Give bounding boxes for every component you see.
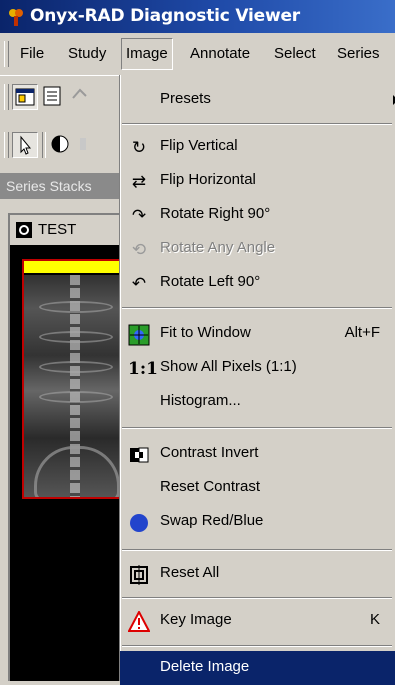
window-title: Onyx-RAD Diagnostic Viewer	[30, 6, 300, 26]
contrast-invert-icon	[130, 447, 149, 463]
menu-item-key-image[interactable]: Key Image K	[120, 604, 395, 638]
toolbar-grip[interactable]	[4, 132, 9, 158]
menu-item-label: Key Image	[160, 611, 232, 628]
menu-item-delete-image[interactable]: Delete Image	[120, 651, 395, 685]
toolbar-grip[interactable]	[4, 84, 9, 110]
menu-item-histogram[interactable]: Histogram...	[120, 385, 395, 419]
toolbar-tools	[0, 126, 120, 164]
menu-item-contrast-invert[interactable]: Contrast Invert	[120, 437, 395, 471]
menu-item-label: Rotate Any Angle	[160, 239, 276, 256]
menubar-grip[interactable]	[4, 41, 9, 67]
layout-button[interactable]	[12, 84, 38, 110]
menu-item-shortcut: K	[369, 611, 380, 628]
menu-item-rotate-left[interactable]: ↶ Rotate Left 90°	[120, 266, 395, 300]
menu-separator	[122, 307, 392, 309]
xray-rib	[39, 331, 113, 343]
menu-annotate[interactable]: Annotate	[190, 45, 250, 62]
menu-item-reset-all[interactable]: Reset All	[120, 557, 395, 591]
image-menu-dropdown: Presets ↻ Flip Vertical ⇄ Flip Horizonta…	[119, 75, 395, 685]
menu-item-label: Swap Red/Blue	[160, 512, 264, 529]
xray-rib	[39, 391, 113, 403]
menu-bar: File Study Image Annotate Select Series	[0, 33, 395, 76]
warning-icon	[128, 611, 150, 632]
menu-separator	[122, 427, 392, 429]
series-viewport: TEST	[8, 213, 122, 681]
series-stacks-tab[interactable]: Series Stacks	[0, 173, 120, 199]
series-icon	[16, 222, 32, 238]
faded-tool-icon	[80, 138, 86, 150]
series-panel: TEST	[0, 199, 122, 681]
menu-item-presets[interactable]: Presets	[120, 83, 395, 117]
menu-item-rotate-right[interactable]: ↷ Rotate Right 90°	[120, 198, 395, 232]
rotate-left-icon: ↶	[131, 274, 147, 293]
menu-image[interactable]: Image	[121, 38, 173, 70]
menu-item-label: Flip Vertical	[160, 137, 238, 154]
tool-button-faded-2[interactable]	[74, 132, 100, 158]
tool-button-faded[interactable]	[68, 84, 94, 110]
menu-item-label: Fit to Window	[160, 324, 251, 341]
series-name: TEST	[38, 221, 77, 238]
xray-rib	[39, 361, 113, 373]
thumbnail-status-bar	[24, 261, 120, 275]
menu-item-rotate-any: ⟲ Rotate Any Angle	[120, 232, 395, 266]
one-to-one-icon: 1:1	[128, 359, 158, 379]
menu-file[interactable]: File	[20, 45, 44, 62]
report-button[interactable]	[40, 84, 66, 110]
menu-item-swap-red-blue[interactable]: Swap Red/Blue	[120, 505, 395, 539]
toolbar-top	[0, 78, 120, 116]
pointer-icon	[20, 135, 32, 155]
xray-pelvis	[34, 446, 120, 497]
menu-item-shortcut: Alt+F	[344, 324, 380, 341]
menu-separator	[122, 123, 392, 125]
menu-series[interactable]: Series	[337, 45, 380, 62]
swap-red-blue-icon	[130, 514, 148, 532]
menu-item-label: Contrast Invert	[160, 444, 259, 461]
menu-item-flip-vertical[interactable]: ↻ Flip Vertical	[120, 130, 395, 164]
series-header[interactable]: TEST	[10, 215, 122, 245]
menu-item-label: Rotate Left 90°	[160, 273, 261, 290]
menu-item-show-all-pixels[interactable]: 1:1 Show All Pixels (1:1)	[120, 351, 395, 385]
menu-study[interactable]: Study	[68, 45, 106, 62]
xray-rib	[39, 301, 113, 313]
fit-window-icon	[128, 324, 150, 346]
menu-item-label: Reset All	[160, 564, 220, 581]
rotate-right-icon: ↷	[131, 206, 147, 225]
menu-item-flip-horizontal[interactable]: ⇄ Flip Horizontal	[120, 164, 395, 198]
menu-separator	[122, 645, 392, 647]
contrast-icon	[51, 135, 69, 153]
menu-item-label: Histogram...	[160, 392, 241, 409]
rotate-any-icon: ⟲	[131, 240, 147, 259]
app-icon	[9, 9, 23, 26]
flip-vertical-icon: ↻	[131, 138, 147, 157]
title-bar: Onyx-RAD Diagnostic Viewer	[0, 0, 395, 33]
pointer-button[interactable]	[12, 132, 38, 158]
image-thumbnail[interactable]	[22, 259, 122, 499]
layout-icon	[15, 88, 35, 106]
menu-item-label: Presets	[160, 90, 211, 107]
menu-separator	[122, 597, 392, 599]
flip-horizontal-icon: ⇄	[131, 172, 147, 191]
window-level-button[interactable]	[48, 132, 74, 158]
menu-item-label: Flip Horizontal	[160, 171, 256, 188]
menu-item-label: Show All Pixels (1:1)	[160, 358, 297, 375]
toolbar-separator	[42, 132, 46, 158]
menu-item-fit-window[interactable]: Fit to Window Alt+F	[120, 317, 395, 351]
menu-item-label: Reset Contrast	[160, 478, 261, 495]
reset-all-icon	[130, 565, 148, 585]
hand-icon	[72, 88, 87, 99]
menu-item-label: Delete Image	[160, 658, 250, 675]
menu-item-label: Rotate Right 90°	[160, 205, 271, 222]
report-icon	[43, 86, 61, 106]
menu-item-reset-contrast[interactable]: Reset Contrast	[120, 471, 395, 505]
menu-separator	[122, 549, 392, 551]
menu-select[interactable]: Select	[274, 45, 316, 62]
